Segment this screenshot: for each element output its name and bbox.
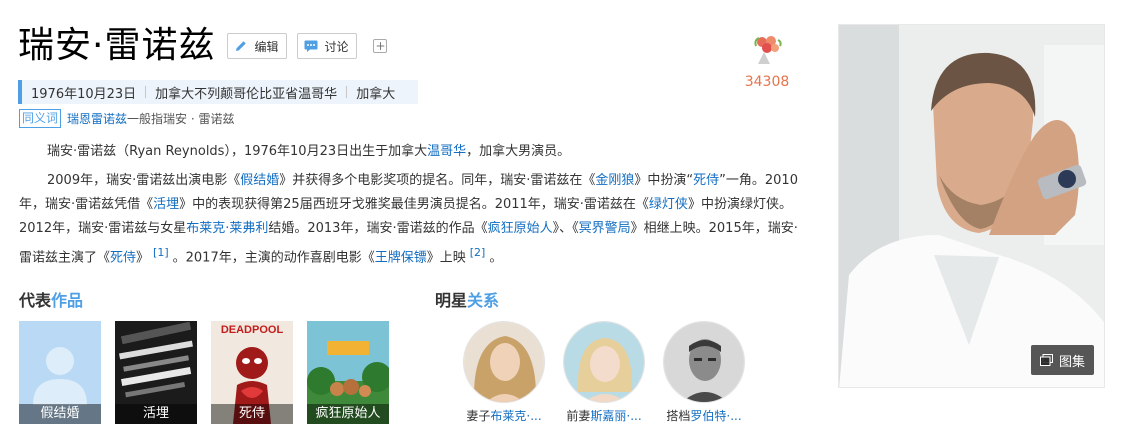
works-title-accent: 作品 [51, 291, 84, 310]
summary-paragraph: 2009年，瑞安·雷诺兹出演电影《假结婚》并获得多个电影奖项的提名。同年，瑞安·… [19, 169, 805, 270]
link-deadpool[interactable]: 死侍 [110, 250, 136, 265]
relation-label: 搭档罗伯特·... [666, 409, 742, 423]
album-label: 图集 [1058, 354, 1085, 370]
summary-text: 。2017年，主演的动作喜剧电影《 [172, 250, 375, 266]
page-title: 瑞安·雷诺兹 [18, 25, 216, 66]
link-blake-lively[interactable]: 布莱克·莱弗利 [186, 221, 268, 236]
relation-item-partner[interactable]: 搭档罗伯特·... [662, 321, 746, 424]
deadpool-poster-title: DEADPOOL [221, 324, 284, 336]
summary-text: 。 [489, 250, 503, 266]
title-row: 瑞安·雷诺兹 编辑 讨论 + [18, 20, 388, 72]
link-hitmans-bodyguard[interactable]: 王牌保镖 [375, 250, 427, 265]
summary-text: 2009年，瑞安·雷诺兹出演电影《 [47, 173, 241, 188]
summary-text: ，加拿大男演员。 [466, 144, 571, 159]
avatar [663, 321, 745, 403]
basic-info-birthdate: 1976年10月23日 [31, 86, 137, 102]
basic-info-bar: 1976年10月23日 加拿大不列颠哥伦比亚省温哥华 加拿大 [18, 80, 418, 104]
summary-text: 结婚。2013年，瑞安·雷诺兹的作品《 [268, 221, 488, 236]
works-list: 假结婚 活埋 DEADPOOL 死侍 疯狂原始人 [19, 321, 403, 424]
summary: 瑞安·雷诺兹（Ryan Reynolds），1976年10月23日出生于加拿大温… [19, 140, 805, 275]
pencil-icon [234, 39, 248, 53]
discuss-button[interactable]: 讨论 [297, 33, 358, 59]
edit-button-label: 编辑 [254, 39, 279, 54]
synonym-link[interactable]: 瑞恩雷诺兹 [67, 110, 127, 127]
work-label: 疯狂原始人 [307, 404, 389, 424]
gallery-icon [1039, 354, 1053, 366]
discuss-button-label: 讨论 [324, 39, 349, 54]
summary-text: 》中扮演“ [634, 173, 694, 188]
main-photo[interactable]: 图集 [838, 24, 1105, 388]
synonym-text: 一般指瑞安 · 雷诺兹 [127, 112, 235, 126]
relations-section-title: 明星关系 [435, 287, 499, 311]
like-widget[interactable]: 34308 [741, 32, 793, 90]
link-buried[interactable]: 活埋 [153, 197, 179, 212]
flower-bouquet-icon [754, 36, 782, 64]
relations-title-prefix: 明星 [435, 291, 468, 310]
works-title-prefix: 代表 [19, 291, 52, 310]
relation-label: 妻子布莱克·... [466, 409, 542, 423]
reference-2[interactable]: [2] [470, 246, 486, 259]
relation-item-wife[interactable]: 妻子布莱克·... [462, 321, 546, 424]
chat-icon [304, 39, 318, 53]
relations-list: 妻子布莱克·... 前妻斯嘉丽·... 搭档罗伯特·... [462, 321, 762, 424]
summary-text: 》并获得多个电影奖项的提名。同年，瑞安·雷诺兹在《 [279, 173, 596, 188]
summary-text: 瑞安·雷诺兹（Ryan Reynolds），1976年10月23日出生于加拿大 [47, 144, 428, 159]
summary-text: 》 [136, 250, 150, 266]
work-card-deadpool[interactable]: DEADPOOL 死侍 [211, 321, 293, 424]
link-ripd[interactable]: 冥界警局 [579, 221, 631, 236]
link-vancouver[interactable]: 温哥华 [427, 144, 466, 159]
summary-text: 》、《 [552, 221, 579, 236]
link-proposal[interactable]: 假结婚 [240, 173, 279, 188]
link-wolverine[interactable]: 金刚狼 [595, 173, 634, 188]
work-label: 死侍 [211, 404, 293, 424]
work-card-proposal[interactable]: 假结婚 [19, 321, 101, 424]
summary-paragraph: 瑞安·雷诺兹（Ryan Reynolds），1976年10月23日出生于加拿大温… [19, 140, 805, 164]
summary-text: 》中的表现获得第25届西班牙戈雅奖最佳男演员提名。2011年，瑞安·雷诺兹在《 [179, 197, 649, 212]
work-label: 假结婚 [19, 404, 101, 424]
relation-item-ex-wife[interactable]: 前妻斯嘉丽·... [562, 321, 646, 424]
work-label: 活埋 [115, 404, 197, 424]
relations-title-accent: 关系 [467, 291, 500, 310]
basic-info-birthplace: 加拿大不列颠哥伦比亚省温哥华 [155, 86, 338, 102]
add-icon[interactable]: + [373, 39, 388, 53]
works-section-title: 代表作品 [19, 287, 83, 311]
portrait-image [839, 25, 1104, 387]
avatar [563, 321, 645, 403]
like-count: 34308 [744, 74, 790, 90]
basic-info-nationality: 加拿大 [356, 86, 396, 102]
synonym-tag: 同义词 [19, 109, 62, 128]
avatar [463, 321, 545, 403]
synonym-row: 同义词 瑞恩雷诺兹 一般指瑞安 · 雷诺兹 [19, 109, 234, 128]
relation-label: 前妻斯嘉丽·... [566, 409, 642, 423]
summary-text: 》上映 [426, 250, 466, 266]
link-deadpool-role[interactable]: 死侍 [693, 173, 719, 188]
link-green-lantern[interactable]: 绿灯侠 [649, 197, 688, 212]
album-button[interactable]: 图集 [1030, 345, 1094, 375]
work-card-croods[interactable]: 疯狂原始人 [307, 321, 389, 424]
link-croods[interactable]: 疯狂原始人 [488, 221, 553, 236]
work-card-buried[interactable]: 活埋 [115, 321, 197, 424]
edit-button[interactable]: 编辑 [227, 33, 288, 59]
reference-1[interactable]: [1] [153, 246, 169, 259]
